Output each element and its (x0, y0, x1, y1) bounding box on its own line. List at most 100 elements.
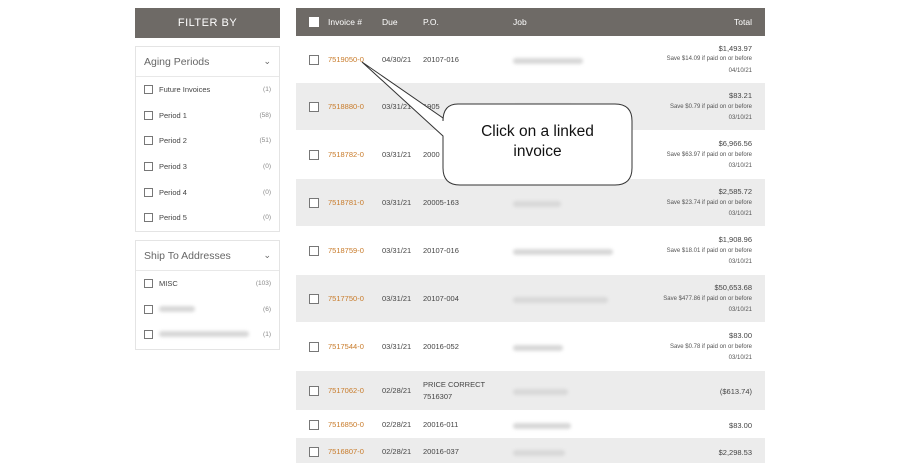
invoice-link[interactable]: 7519050-0 (328, 55, 364, 64)
discount-date: 03/10/21 (728, 259, 752, 265)
filter-option-label: Period 4 (159, 187, 187, 197)
total-cell: ($613.74) (720, 386, 752, 398)
discount-note: Save $0.78 if paid on or before (669, 343, 752, 350)
po-number: 20107-016 (423, 54, 459, 66)
discount-date: 03/10/21 (728, 115, 752, 121)
checkbox[interactable] (144, 110, 153, 120)
filter-option-period-2[interactable]: Period 2 (51) (136, 128, 279, 154)
col-header-job[interactable]: Job (513, 8, 527, 36)
total-amount: $2,298.53 (718, 447, 752, 457)
po-line-1: 20107-004 (423, 294, 459, 303)
po-line-1: 2000 (423, 150, 440, 159)
total-amount: $83.00 (729, 420, 752, 430)
total-cell: $2,585.72 Save $23.74 if paid on or befor… (667, 186, 752, 221)
redacted-text (513, 345, 563, 351)
aging-periods-title: Aging Periods (144, 55, 210, 68)
redacted-text (513, 449, 565, 456)
job-name (513, 422, 571, 431)
col-header-due[interactable]: Due (382, 8, 398, 36)
aging-periods-toggle[interactable]: Aging Periods ⌄ (136, 47, 279, 77)
total-cell: $83.21 Save $0.79 if paid on or before 03/… (670, 90, 752, 125)
row-checkbox[interactable] (309, 342, 319, 352)
col-header-total[interactable]: Total (734, 8, 752, 36)
filter-option-count: (1) (263, 331, 271, 339)
checkbox[interactable] (144, 330, 153, 340)
invoice-link[interactable]: 7517750-0 (328, 294, 364, 303)
checkbox[interactable] (144, 162, 153, 172)
row-checkbox[interactable] (309, 150, 319, 160)
discount-date: 03/10/21 (728, 211, 752, 217)
discount-note: Save $477.86 if paid on or before (663, 295, 752, 302)
row-checkbox[interactable] (309, 246, 319, 256)
filter-option-period-5[interactable]: Period 5 (0) (136, 205, 279, 231)
ship-option-3[interactable]: (1) (136, 322, 279, 348)
po-number: 20107-004 (423, 293, 459, 305)
po-line-1: 20016-037 (423, 446, 459, 456)
total-cell: $2,298.53 (719, 447, 752, 459)
ship-to-toggle[interactable]: Ship To Addresses ⌄ (136, 241, 279, 271)
due-date: 02/28/21 (382, 446, 412, 456)
filter-option-period-4[interactable]: Period 4 (0) (136, 179, 279, 205)
invoice-link[interactable]: 7516807-0 (328, 447, 364, 456)
total-amount: $1,908.96 (718, 235, 752, 244)
invoice-link[interactable]: 7518781-0 (328, 198, 364, 207)
checkbox[interactable] (144, 279, 153, 289)
callout-text: Click on a linked invoice (443, 122, 632, 162)
filter-option-count: (6) (263, 305, 271, 313)
checkbox[interactable] (144, 187, 153, 197)
ship-option-2[interactable]: (6) (136, 297, 279, 323)
filter-option-count: (103) (255, 280, 271, 288)
invoice-link[interactable]: 7518782-0 (328, 150, 364, 159)
discount-note: Save $18.01 if paid on or before (666, 247, 752, 254)
job-name (513, 296, 608, 305)
checkbox[interactable] (144, 213, 153, 223)
row-checkbox[interactable] (309, 446, 319, 457)
invoice-link[interactable]: 7517544-0 (328, 342, 364, 351)
invoice-link[interactable]: 7517062-0 (328, 386, 364, 395)
job-name (513, 57, 583, 66)
filter-option-count: (0) (263, 188, 271, 196)
table-row: 7516850-0 02/28/21 20016-011 $83.00 (296, 411, 765, 438)
invoice-link[interactable]: 7516850-0 (328, 420, 364, 429)
checkbox[interactable] (144, 136, 153, 146)
due-date: 02/28/21 (382, 419, 412, 429)
discount-date: 03/10/21 (728, 307, 752, 313)
due-date: 02/28/21 (382, 386, 412, 395)
row-checkbox[interactable] (309, 198, 319, 208)
invoice-link[interactable]: 7518759-0 (328, 246, 364, 255)
row-checkbox[interactable] (309, 294, 319, 304)
discount-date: 03/10/21 (728, 163, 752, 169)
table-row: 7518781-0 03/31/21 20005-163 $2,585.72 Save … (296, 179, 765, 227)
checkbox[interactable] (144, 85, 153, 95)
filter-option-future[interactable]: Future Invoices (1) (136, 77, 279, 103)
table-header: Invoice # Due P.O. Job Total (296, 8, 765, 36)
row-checkbox[interactable] (309, 386, 319, 396)
job-name (513, 248, 613, 257)
col-header-invoice[interactable]: Invoice # (328, 8, 362, 36)
due-date: 04/30/21 (382, 54, 412, 64)
invoice-link[interactable]: 7518880-0 (328, 102, 364, 111)
ship-option-misc[interactable]: MISC (103) (136, 271, 279, 297)
job-name (513, 200, 561, 209)
chevron-down-icon: ⌄ (263, 56, 271, 66)
filter-option-period-3[interactable]: Period 3 (0) (136, 154, 279, 180)
row-checkbox[interactable] (309, 102, 319, 112)
po-number: 20107-016 (423, 245, 459, 257)
table-row: 7517544-0 03/31/21 20016-052 $83.00 Save $0.… (296, 323, 765, 371)
due-date: 03/31/21 (382, 102, 412, 111)
discount-date: 04/10/21 (728, 67, 752, 74)
due-date: 03/31/21 (382, 198, 412, 207)
filter-option-count: (1) (263, 86, 271, 94)
checkbox[interactable] (144, 304, 153, 314)
select-all-checkbox[interactable] (309, 17, 319, 27)
total-amount: $83.00 (729, 331, 752, 340)
aging-periods-panel: Aging Periods ⌄ Future Invoices (1) Peri… (135, 46, 280, 232)
filter-option-period-1[interactable]: Period 1 (58) (136, 103, 279, 129)
total-cell: $1,908.96 Save $18.01 if paid on or befor… (667, 234, 752, 269)
col-header-po[interactable]: P.O. (423, 8, 439, 36)
row-checkbox[interactable] (309, 54, 319, 65)
redacted-text (513, 105, 573, 111)
redacted-text (159, 331, 249, 338)
row-checkbox[interactable] (309, 419, 319, 430)
job-name (513, 388, 568, 397)
